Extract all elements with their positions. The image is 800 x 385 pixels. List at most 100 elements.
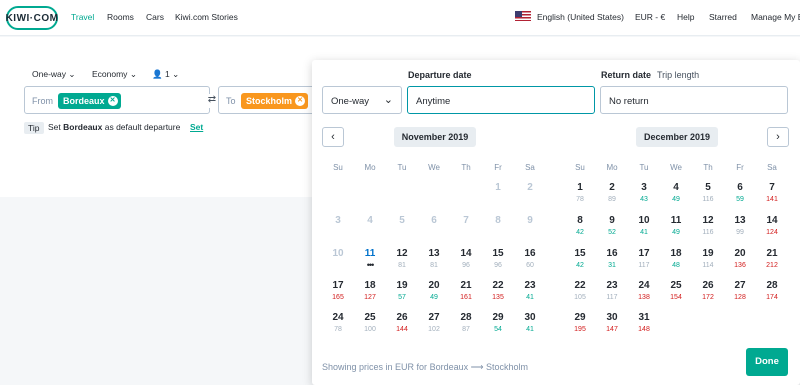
return-date-input[interactable]: No return [600, 86, 788, 114]
calendar-day[interactable]: 16 31 [598, 248, 626, 271]
calendar-day[interactable]: 13 99 [726, 215, 754, 238]
departure-date-input[interactable]: Anytime [407, 86, 595, 114]
language-selector[interactable]: English (United States) [537, 12, 624, 22]
calendar-day[interactable]: 14 96 [452, 248, 480, 271]
calendar-day[interactable]: 23 117 [598, 280, 626, 303]
calendar-day[interactable]: 24 138 [630, 280, 658, 303]
calendar-day: 9 [516, 215, 544, 227]
calendar-day[interactable]: 31 148 [630, 312, 658, 335]
calendar-day[interactable]: 20 136 [726, 248, 754, 271]
calendar-day[interactable]: 17 117 [630, 248, 658, 271]
calendar-day[interactable]: 5 116 [694, 182, 722, 205]
return-date-label[interactable]: Return date [601, 70, 651, 80]
calendar-day[interactable]: 4 49 [662, 182, 690, 205]
weekday-header: Su [575, 163, 585, 172]
passengers-dropdown[interactable]: 👤 1 ⌄ [152, 69, 179, 80]
calendar-day[interactable]: 19 57 [388, 280, 416, 303]
help-link[interactable]: Help [677, 12, 694, 22]
currency-selector[interactable]: EUR - € [635, 12, 665, 22]
nav-cars[interactable]: Cars [146, 12, 164, 22]
day-number: 17 [332, 280, 344, 291]
calendar-day[interactable]: 6 59 [726, 182, 754, 205]
calendar-day[interactable]: 18 127 [356, 280, 384, 303]
nav-travel[interactable]: Travel [71, 12, 94, 22]
day-number: 29 [574, 312, 586, 323]
calendar-day[interactable]: 26 172 [694, 280, 722, 303]
calendar-day[interactable]: 25 100 [356, 312, 384, 335]
day-number: 1 [577, 182, 583, 193]
calendar-day[interactable]: 15 96 [484, 248, 512, 271]
calendar-day[interactable]: 9 52 [598, 215, 626, 238]
nav-rooms[interactable]: Rooms [107, 12, 134, 22]
picker-trip-type-select[interactable]: One-way ⌄ [322, 86, 402, 114]
calendar-day[interactable]: 7 141 [758, 182, 786, 205]
chevron-down-icon: ⌄ [383, 94, 393, 106]
calendar-day[interactable]: 1 78 [566, 182, 594, 205]
calendar-day[interactable]: 29 195 [566, 312, 594, 335]
day-number: 20 [428, 280, 440, 291]
calendar-day[interactable]: 15 42 [566, 248, 594, 271]
manage-bookings-link[interactable]: Manage My B [751, 12, 800, 22]
calendar-day[interactable]: 13 81 [420, 248, 448, 271]
day-number: 18 [670, 248, 682, 259]
day-price: 52 [608, 229, 616, 236]
calendar-day[interactable]: 19 114 [694, 248, 722, 271]
calendar-day: 6 [420, 215, 448, 227]
calendar-day[interactable]: 3 43 [630, 182, 658, 205]
next-month-button[interactable]: › [767, 127, 789, 147]
trip-length-tab[interactable]: Trip length [657, 70, 699, 80]
calendar-day[interactable]: 12 81 [388, 248, 416, 271]
trip-type-dropdown[interactable]: One-way ⌄ [32, 69, 76, 80]
from-field[interactable]: From Bordeaux ✕ [24, 86, 210, 114]
prev-month-button[interactable]: ‹ [322, 127, 344, 147]
calendar-day[interactable]: 20 49 [420, 280, 448, 303]
calendar-day[interactable]: 22 135 [484, 280, 512, 303]
day-price: 54 [494, 326, 502, 333]
calendar-day[interactable]: 2 89 [598, 182, 626, 205]
day-number: 6 [737, 182, 743, 193]
calendar-day[interactable]: 28 174 [758, 280, 786, 303]
day-price: 165 [332, 294, 344, 301]
calendar-day[interactable]: 8 42 [566, 215, 594, 238]
calendar-day[interactable]: 11 49 [662, 215, 690, 238]
swap-icon[interactable]: ⇄ [205, 94, 219, 108]
calendar-day[interactable]: 14 124 [758, 215, 786, 238]
day-number: 8 [577, 215, 583, 226]
day-number: 18 [364, 280, 376, 291]
calendar-day[interactable]: 12 116 [694, 215, 722, 238]
calendar-day[interactable]: 11 ••• [356, 248, 384, 270]
calendar-day[interactable]: 27 102 [420, 312, 448, 335]
done-button[interactable]: Done [746, 348, 788, 376]
calendar-day[interactable]: 25 154 [662, 280, 690, 303]
calendar-day[interactable]: 24 78 [324, 312, 352, 335]
chevron-down-icon: ⌄ [129, 69, 137, 79]
kiwi-logo[interactable]: KIWI·COM [6, 6, 58, 30]
us-flag-icon [515, 11, 531, 21]
nav-stories[interactable]: Kiwi.com Stories [175, 12, 238, 22]
calendar-day[interactable]: 26 144 [388, 312, 416, 335]
calendar-day[interactable]: 30 147 [598, 312, 626, 335]
calendar-day[interactable]: 28 87 [452, 312, 480, 335]
calendar-day[interactable]: 21 212 [758, 248, 786, 271]
from-chip: Bordeaux ✕ [58, 93, 121, 109]
calendar-day[interactable]: 21 161 [452, 280, 480, 303]
day-number: 14 [766, 215, 778, 226]
calendar-day[interactable]: 18 48 [662, 248, 690, 271]
calendar-day[interactable]: 17 165 [324, 280, 352, 303]
calendar-day[interactable]: 29 54 [484, 312, 512, 335]
remove-chip-icon[interactable]: ✕ [107, 96, 118, 106]
cabin-dropdown[interactable]: Economy ⌄ [92, 69, 137, 80]
calendar-day[interactable]: 22 105 [566, 280, 594, 303]
chevron-right-icon: › [776, 131, 780, 143]
day-price: 96 [462, 262, 470, 269]
calendar-day[interactable]: 10 41 [630, 215, 658, 238]
day-number: 14 [460, 248, 472, 259]
calendar-day[interactable]: 30 41 [516, 312, 544, 335]
remove-chip-icon[interactable]: ✕ [295, 96, 306, 106]
set-default-link[interactable]: Set [190, 122, 203, 132]
calendar-day[interactable]: 16 60 [516, 248, 544, 271]
calendar-day[interactable]: 23 41 [516, 280, 544, 303]
starred-link[interactable]: Starred [709, 12, 737, 22]
calendar-day[interactable]: 27 128 [726, 280, 754, 303]
to-field[interactable]: To Stockholm ✕ [218, 86, 318, 114]
